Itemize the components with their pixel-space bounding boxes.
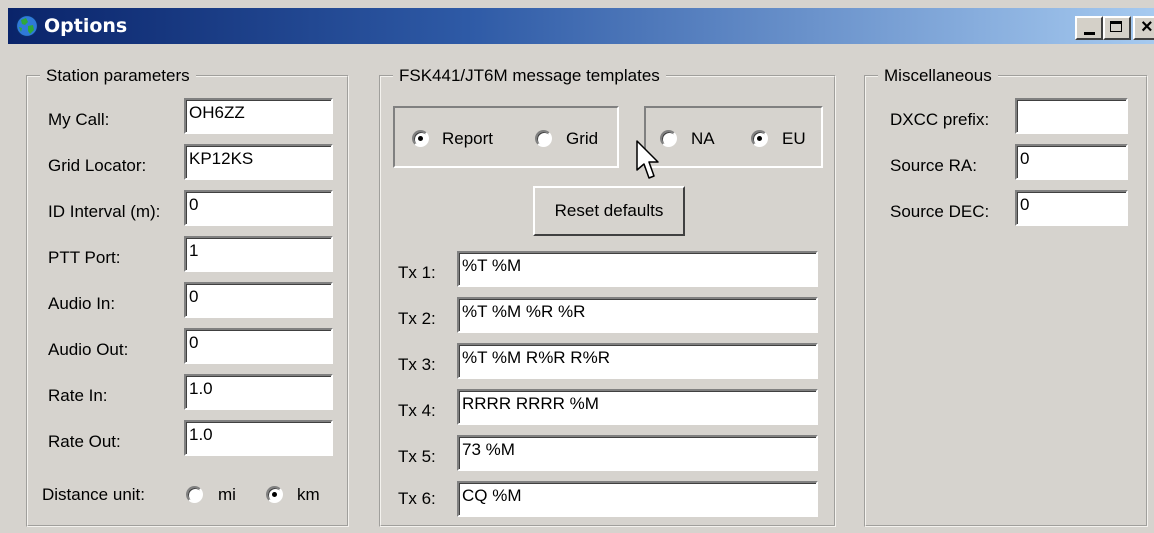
- title-bar[interactable]: Options ×: [8, 8, 1154, 44]
- group-legend: Station parameters: [40, 65, 196, 87]
- audio-in-label: Audio In:: [48, 294, 116, 313]
- audio-out-label: Audio Out:: [48, 340, 129, 359]
- close-icon: ×: [1141, 16, 1153, 38]
- tx6-field[interactable]: CQ %M: [457, 481, 818, 517]
- tx1-label: Tx 1:: [398, 263, 436, 282]
- tx3-field[interactable]: %T %M R%R R%R: [457, 343, 818, 379]
- grid-locator-label: Grid Locator:: [48, 156, 147, 175]
- audio-out-field[interactable]: 0: [184, 328, 333, 364]
- report-radio[interactable]: [412, 130, 429, 147]
- distance-km-radio[interactable]: [266, 486, 283, 503]
- source-dec-label: Source DEC:: [890, 202, 990, 221]
- options-window: Options × Station parameters My Call: OH…: [0, 0, 1154, 533]
- grid-locator-field[interactable]: KP12KS: [184, 144, 333, 180]
- na-label: NA: [691, 129, 715, 148]
- id-interval-label: ID Interval (m):: [48, 202, 161, 221]
- distance-km-label: km: [297, 485, 320, 504]
- tx2-label: Tx 2:: [398, 309, 436, 328]
- radio-selected-dot: [418, 136, 423, 141]
- tx4-label: Tx 4:: [398, 401, 436, 420]
- minimize-button[interactable]: [1075, 16, 1103, 40]
- tx3-label: Tx 3:: [398, 355, 436, 374]
- distance-mi-radio[interactable]: [186, 486, 203, 503]
- radio-selected-dot: [757, 136, 762, 141]
- eu-radio[interactable]: [751, 130, 768, 147]
- rate-out-field[interactable]: 1.0: [184, 420, 333, 456]
- my-call-label: My Call:: [48, 110, 110, 129]
- maximize-button[interactable]: [1103, 16, 1131, 40]
- my-call-field[interactable]: OH6ZZ: [184, 98, 333, 134]
- group-legend: Miscellaneous: [878, 65, 998, 87]
- tx5-field[interactable]: 73 %M: [457, 435, 818, 471]
- dxcc-prefix-label: DXCC prefix:: [890, 110, 990, 129]
- minimize-icon: [1084, 32, 1095, 35]
- miscellaneous-group: Miscellaneous: [864, 65, 1148, 527]
- tx6-label: Tx 6:: [398, 489, 436, 508]
- grid-radio[interactable]: [535, 130, 552, 147]
- mouse-pointer-icon: [636, 140, 659, 179]
- distance-unit-label: Distance unit:: [42, 485, 145, 504]
- report-label: Report: [442, 129, 494, 148]
- rate-in-field[interactable]: 1.0: [184, 374, 333, 410]
- na-radio[interactable]: [660, 130, 677, 147]
- grid-label: Grid: [566, 129, 599, 148]
- tx5-label: Tx 5:: [398, 447, 436, 466]
- ptt-port-label: PTT Port:: [48, 248, 121, 267]
- rate-out-label: Rate Out:: [48, 432, 121, 451]
- tx2-field[interactable]: %T %M %R %R: [457, 297, 818, 333]
- radio-selected-dot: [272, 492, 277, 497]
- tx1-field[interactable]: %T %M: [457, 251, 818, 287]
- tx4-field[interactable]: RRRR RRRR %M: [457, 389, 818, 425]
- rate-in-label: Rate In:: [48, 386, 108, 405]
- distance-mi-label: mi: [218, 485, 236, 504]
- source-ra-label: Source RA:: [890, 156, 977, 175]
- globe-icon: [15, 14, 39, 38]
- window-title: Options: [44, 15, 128, 37]
- source-ra-field[interactable]: 0: [1015, 144, 1128, 180]
- group-legend: FSK441/JT6M message templates: [393, 65, 666, 87]
- eu-label: EU: [782, 129, 806, 148]
- maximize-icon: [1110, 21, 1122, 32]
- ptt-port-field[interactable]: 1: [184, 236, 333, 272]
- close-button[interactable]: ×: [1133, 16, 1154, 40]
- reset-defaults-button[interactable]: Reset defaults: [533, 186, 685, 236]
- id-interval-field[interactable]: 0: [184, 190, 333, 226]
- dxcc-prefix-field[interactable]: [1015, 98, 1128, 134]
- audio-in-field[interactable]: 0: [184, 282, 333, 318]
- source-dec-field[interactable]: 0: [1015, 190, 1128, 226]
